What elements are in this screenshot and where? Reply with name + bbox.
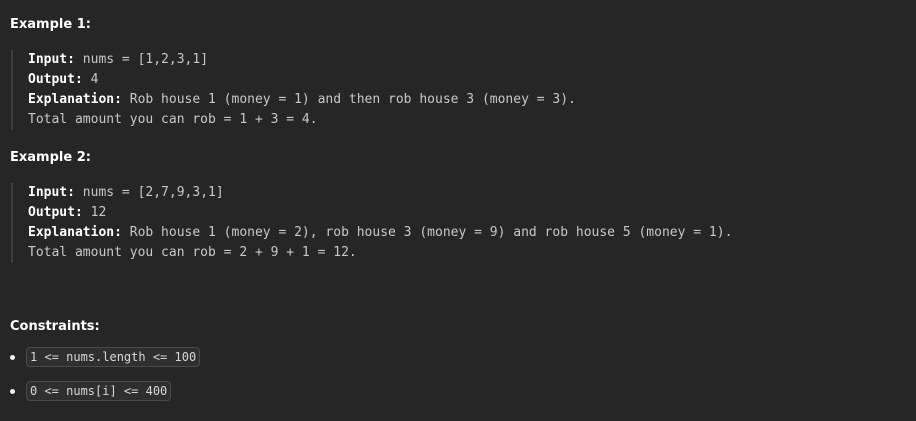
example-1-total-line: Total amount you can rob = 1 + 3 = 4. (28, 112, 318, 127)
input-label: Input: (28, 185, 75, 200)
example-1-heading: Example 1: (10, 17, 91, 32)
explanation-value: Rob house 1 (money = 2), rob house 3 (mo… (121, 225, 733, 240)
example-1-explanation-line: Explanation: Rob house 1 (money = 1) and… (28, 90, 908, 110)
example-1-output-line: Output: 4 (28, 70, 908, 90)
bullet-icon (10, 389, 15, 394)
input-value: nums = [2,7,9,3,1] (74, 185, 224, 200)
input-value: nums = [1,2,3,1] (74, 52, 209, 67)
constraints-list: 1 <= nums.length <= 100 0 <= nums[i] <= … (10, 347, 201, 418)
example-2-output-line: Output: 12 (28, 203, 908, 223)
output-label: Output: (28, 205, 83, 220)
output-value: 4 (82, 72, 99, 87)
constraint-code: 0 <= nums[i] <= 400 (26, 381, 172, 401)
example-2-input-line: Input: nums = [2,7,9,3,1] (28, 183, 908, 203)
example-1-block: Input: nums = [1,2,3,1] Output: 4 Explan… (11, 50, 908, 130)
example-2-total-line: Total amount you can rob = 2 + 9 + 1 = 1… (28, 245, 357, 260)
example-2-heading: Example 2: (10, 150, 91, 165)
example-2-explanation-line: Explanation: Rob house 1 (money = 2), ro… (28, 223, 908, 243)
explanation-label: Explanation: (28, 92, 122, 107)
constraint-item: 1 <= nums.length <= 100 (10, 347, 201, 372)
constraint-code: 1 <= nums.length <= 100 (26, 347, 201, 367)
bullet-icon (10, 355, 15, 360)
output-label: Output: (28, 72, 83, 87)
example-2-block: Input: nums = [2,7,9,3,1] Output: 12 Exp… (11, 183, 908, 263)
explanation-label: Explanation: (28, 225, 122, 240)
constraint-item: 0 <= nums[i] <= 400 (10, 381, 200, 406)
explanation-value: Rob house 1 (money = 1) and then rob hou… (121, 92, 576, 107)
input-label: Input: (28, 52, 75, 67)
output-value: 12 (82, 205, 107, 220)
example-1-input-line: Input: nums = [1,2,3,1] (28, 50, 908, 70)
constraints-heading: Constraints: (10, 319, 100, 334)
